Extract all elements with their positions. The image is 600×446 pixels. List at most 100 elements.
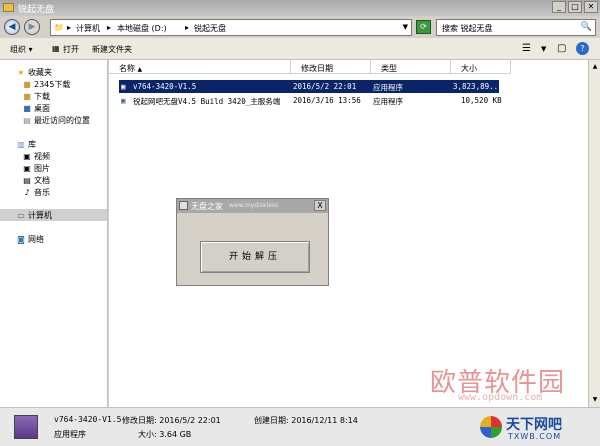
breadcrumb-computer[interactable]: 计算机: [76, 23, 100, 34]
sort-up-icon: ▲: [137, 66, 143, 73]
breadcrumb-sep-icon: ▸: [107, 23, 112, 32]
site-logo: 天下网吧 TXWB.COM: [480, 412, 598, 444]
column-modified[interactable]: 修改日期: [291, 60, 371, 74]
nav-libraries[interactable]: ▥ 库: [16, 139, 36, 150]
help-icon[interactable]: ?: [576, 42, 589, 55]
folder-icon: [3, 3, 14, 12]
download-folder-icon: ■: [23, 92, 31, 101]
file-type: 应用程序: [373, 83, 403, 92]
recent-places-icon: ▤: [23, 116, 31, 125]
nav-item-label: 文档: [34, 176, 50, 185]
nav-item-label: 下载: [34, 92, 50, 101]
extract-dialog: 无盘之家 www.mydiskless X 开始解压: [176, 198, 329, 286]
file-type: 应用程序: [373, 97, 403, 106]
open-button[interactable]: 打开: [63, 44, 79, 55]
nav-item-2345[interactable]: ■ 2345下载: [22, 79, 70, 90]
command-bar: 组织 ▾ ▦ 打开 新建文件夹 ☰ ▼ ▢ ?: [0, 38, 600, 60]
star-icon: ★: [17, 68, 25, 77]
nav-item-pictures[interactable]: ▣ 图片: [22, 163, 50, 174]
organize-button[interactable]: 组织 ▾: [10, 44, 33, 55]
video-icon: ▣: [23, 152, 31, 161]
dialog-title-bar: 无盘之家 www.mydiskless X: [177, 199, 328, 213]
nav-item-music[interactable]: ♪ 音乐: [22, 187, 50, 198]
status-modified: 修改日期: 2016/5/2 22:01: [122, 416, 221, 425]
scroll-up-icon[interactable]: ▲: [590, 62, 600, 72]
preview-pane-icon[interactable]: ▢: [557, 43, 566, 54]
file-name: 锐起网吧无盘V4.5 Build 3420_主服务端: [133, 97, 281, 106]
window-controls: _ □ ✕: [552, 1, 598, 13]
vertical-scrollbar[interactable]: ▲ ▼: [588, 60, 600, 407]
watermark-url: www.opdown.com: [458, 392, 543, 403]
archive-icon: [14, 415, 38, 439]
network-icon: ◙: [17, 235, 25, 244]
status-type: 应用程序: [54, 430, 86, 439]
computer-icon: ▭: [17, 211, 25, 220]
dialog-url: www.mydiskless: [229, 202, 279, 209]
music-icon: ♪: [24, 188, 30, 197]
address-input[interactable]: 📁 ▸ 计算机 ▸ 本地磁盘 (D:) ▸ 锐起无盘 ▼: [50, 19, 412, 36]
logo-icon: [480, 416, 502, 438]
minimize-button[interactable]: _: [552, 1, 566, 13]
column-name[interactable]: 名称 ▲: [109, 60, 291, 74]
column-type[interactable]: 类型: [371, 60, 451, 74]
status-size: 大小: 3.64 GB: [138, 430, 192, 439]
folder-icon: 📁: [54, 23, 64, 32]
library-icon: ▥: [17, 140, 25, 149]
file-size: 3,823,89...: [453, 82, 503, 91]
nav-computer-label: 计算机: [28, 211, 52, 220]
application-icon: ▣: [121, 96, 126, 105]
back-button[interactable]: ◀: [4, 19, 20, 35]
app-icon: [179, 201, 188, 210]
title-bar-background: [0, 0, 600, 16]
nav-computer[interactable]: ▭ 计算机: [16, 210, 52, 221]
column-name-label: 名称: [119, 64, 135, 73]
dialog-close-button[interactable]: X: [314, 200, 326, 211]
open-icon: ▦: [52, 44, 60, 53]
nav-network[interactable]: ◙ 网络: [16, 234, 44, 245]
nav-item-desktop[interactable]: ■ 桌面: [22, 103, 50, 114]
refresh-button[interactable]: ⟳: [416, 20, 431, 34]
nav-favorites-label: 收藏夹: [28, 68, 52, 77]
start-extract-button[interactable]: 开始解压: [200, 241, 310, 273]
logo-sub-text: TXWB.COM: [508, 432, 562, 441]
file-row[interactable]: ▣ 锐起网吧无盘V4.5 Build 3420_主服务端 2016/3/16 1…: [119, 94, 502, 107]
file-name: v764-3420-V1.5: [133, 82, 197, 91]
chevron-down-icon[interactable]: ▼: [403, 23, 408, 31]
close-button[interactable]: ✕: [584, 1, 598, 13]
breadcrumb-sep-icon: ▸: [185, 23, 190, 32]
breadcrumb-drive[interactable]: 本地磁盘 (D:): [117, 23, 167, 34]
search-input[interactable]: 搜索 锐起无盘 🔍: [436, 19, 596, 36]
nav-libraries-label: 库: [28, 140, 36, 149]
desktop-icon: ■: [23, 104, 31, 113]
file-modified: 2016/5/2 22:01: [293, 82, 357, 91]
nav-favorites[interactable]: ★ 收藏夹: [16, 67, 52, 78]
status-filename: v764-3420-V1.5: [54, 415, 122, 424]
column-size[interactable]: 大小: [451, 60, 511, 74]
forward-button[interactable]: ▶: [24, 19, 40, 35]
address-bar-row: ◀ ▶ 📁 ▸ 计算机 ▸ 本地磁盘 (D:) ▸ 锐起无盘 ▼ ⟳ 搜索 锐起…: [0, 16, 600, 38]
chevron-down-icon[interactable]: ▼: [541, 45, 546, 53]
new-folder-button[interactable]: 新建文件夹: [92, 44, 132, 55]
nav-item-videos[interactable]: ▣ 视频: [22, 151, 50, 162]
scroll-down-icon[interactable]: ▼: [590, 395, 600, 405]
logo-main-text: 天下网吧: [506, 417, 562, 433]
maximize-button[interactable]: □: [568, 1, 582, 13]
breadcrumb-folder[interactable]: 锐起无盘: [194, 23, 226, 34]
search-icon[interactable]: 🔍: [581, 22, 592, 32]
nav-item-recent[interactable]: ▤ 最近访问的位置: [22, 115, 90, 126]
nav-item-label: 音乐: [34, 188, 50, 197]
nav-item-downloads[interactable]: ■ 下载: [22, 91, 50, 102]
file-row[interactable]: ▣ v764-3420-V1.5 2016/5/2 22:01 应用程序 3,8…: [119, 80, 503, 93]
nav-item-label: 视频: [34, 152, 50, 161]
picture-icon: ▣: [23, 164, 31, 173]
view-options-icon[interactable]: ☰: [522, 43, 531, 54]
window-title: 锐起无盘: [18, 5, 55, 15]
breadcrumb-sep-icon: ▸: [67, 23, 72, 32]
application-icon: ▣: [121, 82, 126, 91]
nav-item-label: 图片: [34, 164, 50, 173]
nav-item-documents[interactable]: ▤ 文档: [22, 175, 50, 186]
nav-item-label: 最近访问的位置: [34, 116, 90, 125]
nav-network-label: 网络: [28, 235, 44, 244]
dialog-title: 无盘之家: [191, 202, 223, 211]
navigation-pane: ★ 收藏夹 ■ 2345下载 ■ 下载 ■ 桌面 ▤ 最近访问的位置 ▥ 库 ▣ 视频 ▣ 图片…: [0, 60, 108, 407]
